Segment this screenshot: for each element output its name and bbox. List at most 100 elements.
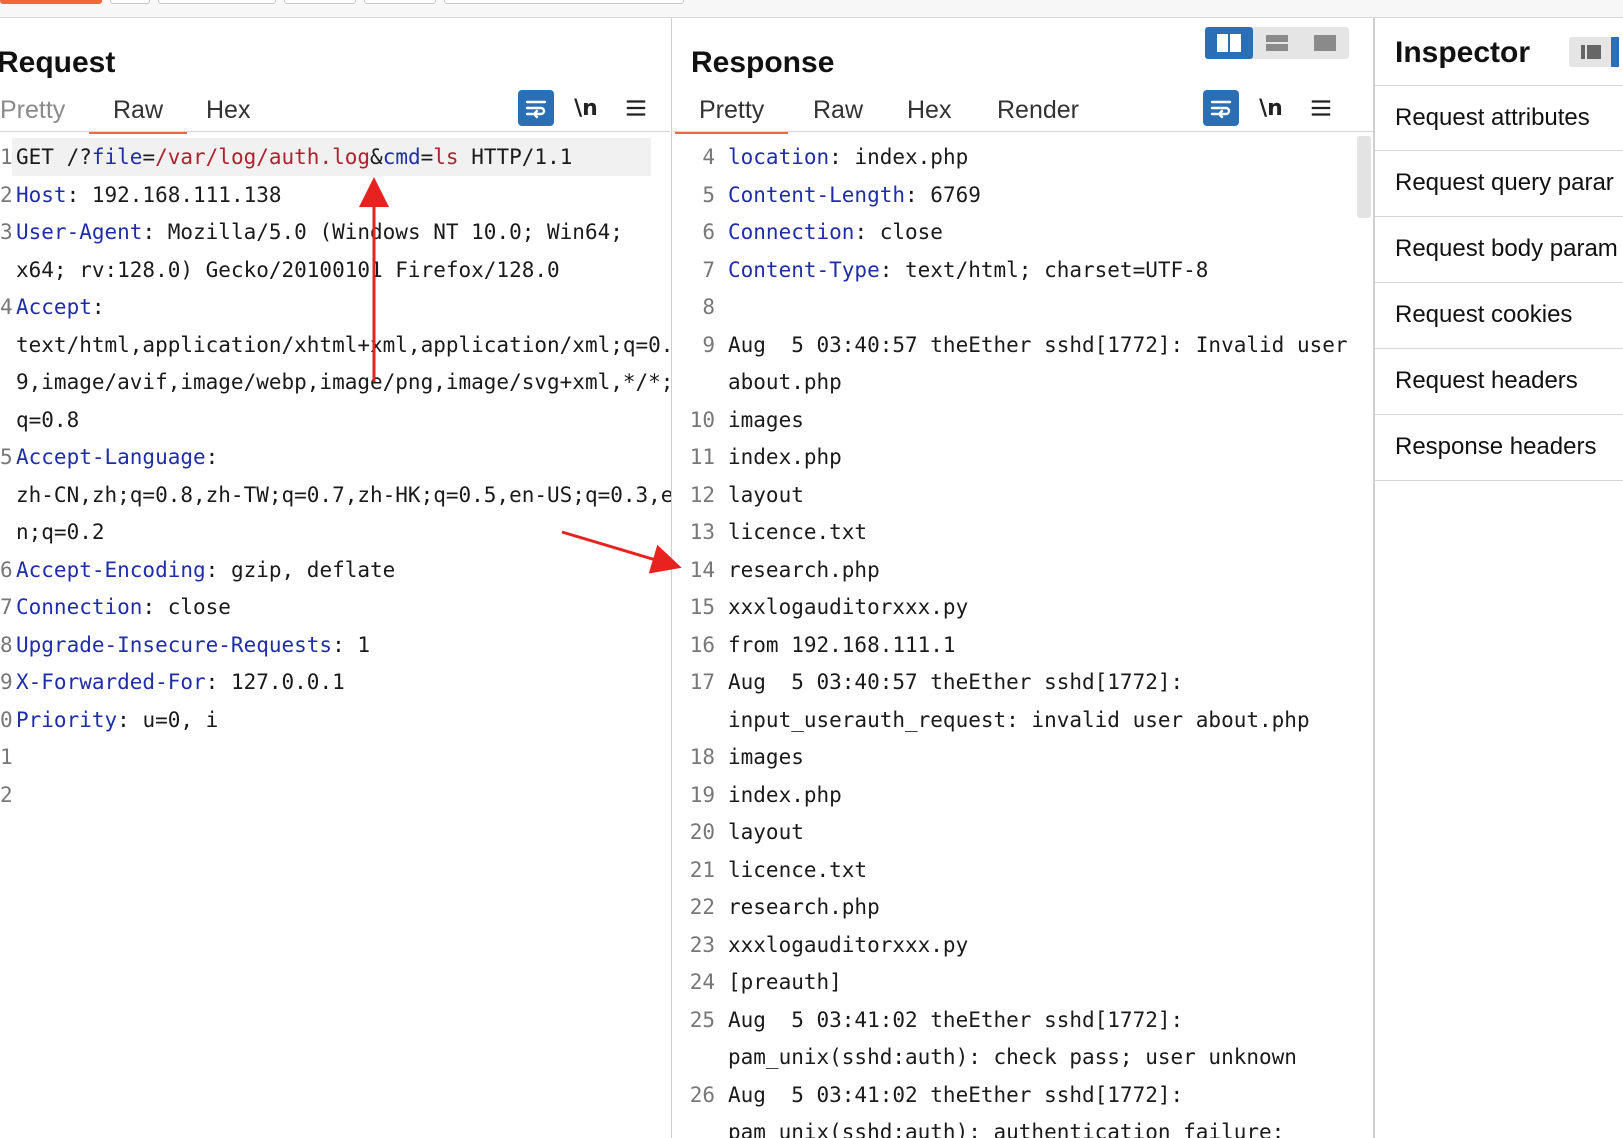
request-panel: Request Pretty Raw Hex \n 1 GET /?file=/v… (0, 18, 672, 1138)
code-line: 6 Connection: close (673, 213, 1373, 251)
line-number: 16 (689, 632, 715, 657)
code-line: 6 Accept-Encoding: gzip, deflate (0, 551, 671, 589)
code-line: pam_unix(sshd:auth): authentication fail… (673, 1113, 1373, 1138)
inspector-item-request-body-params[interactable]: Request body param (1375, 217, 1623, 283)
line-number: 26 (689, 1082, 715, 1107)
code-line: 25 Aug 5 03:41:02 theEther sshd[1772]: (673, 1001, 1373, 1039)
line-text: q=0.8 (16, 407, 80, 432)
code-line: 11 index.php (673, 438, 1373, 476)
code-line: 2 Host: 192.168.111.138 (0, 176, 671, 214)
line-number: 7 (702, 257, 715, 282)
inspector-collapse-handle[interactable] (1611, 37, 1619, 67)
menu-icon[interactable] (618, 90, 654, 126)
single-pane-icon[interactable] (1301, 27, 1349, 59)
inspector-item-request-cookies[interactable]: Request cookies (1375, 283, 1623, 349)
code-line: 21 licence.txt (673, 851, 1373, 889)
line-number: 14 (689, 557, 715, 582)
line-text: licence.txt (728, 520, 868, 544)
newline-icon[interactable]: \n (568, 90, 604, 126)
code-line: 9,image/avif,image/webp,image/png,image/… (0, 363, 671, 401)
line-number: 18 (689, 745, 715, 769)
line-text: GET /?file=/var/log/auth.log&cmd=ls HTTP… (16, 145, 573, 169)
code-line: 2 (0, 776, 671, 814)
code-line: input_userauth_request: invalid user abo… (673, 701, 1373, 739)
line-number: 3 (0, 220, 13, 244)
line-text: 9,image/avif,image/webp,image/png,image/… (16, 370, 671, 394)
response-tab-render[interactable]: Render (997, 92, 1079, 132)
wrap-lines-icon[interactable] (518, 90, 554, 126)
response-scrollbar[interactable] (1357, 136, 1371, 218)
response-tab-pretty[interactable]: Pretty (674, 92, 789, 134)
line-number: 1 (0, 745, 13, 769)
code-line: pam_unix(sshd:auth): check pass; user un… (673, 1038, 1373, 1076)
request-tab-raw[interactable]: Raw (88, 92, 188, 134)
code-line: 26 Aug 5 03:41:02 theEther sshd[1772]: (673, 1076, 1373, 1114)
line-text: xxxlogauditorxxx.py (728, 595, 969, 619)
code-line: 5 Accept-Language: (0, 438, 671, 476)
line-text: Content-Length: 6769 (728, 182, 981, 207)
line-number: 15 (689, 595, 715, 619)
toolbar-button[interactable] (110, 0, 150, 4)
line-text: Aug 5 03:41:02 theEther sshd[1772]: (728, 1007, 1184, 1032)
line-text: Accept-Language: (16, 445, 219, 469)
line-text: Host: 192.168.111.138 (16, 182, 282, 207)
line-text: User-Agent: Mozilla/5.0 (Windows NT 10.0… (16, 220, 623, 244)
code-line: 3 User-Agent: Mozilla/5.0 (Windows NT 10.… (0, 213, 671, 251)
line-number: 2 (0, 182, 13, 207)
split-vertical-icon[interactable] (1205, 27, 1253, 59)
inspector-item-response-headers[interactable]: Response headers (1375, 415, 1623, 481)
inspector-layout-icon[interactable] (1569, 37, 1619, 67)
response-tab-hex[interactable]: Hex (907, 92, 951, 132)
inspector-item-request-headers[interactable]: Request headers (1375, 349, 1623, 415)
line-text: from 192.168.111.1 (728, 632, 956, 657)
newline-icon[interactable]: \n (1253, 90, 1289, 126)
toolbar-field[interactable] (444, 0, 684, 4)
line-text: text/html,application/xhtml+xml,applicat… (16, 332, 671, 357)
response-tab-raw[interactable]: Raw (813, 92, 863, 132)
request-tab-pretty[interactable]: Pretty (0, 92, 65, 132)
code-line: x64; rv:128.0) Gecko/20100101 Firefox/12… (0, 251, 671, 289)
line-text: layout (728, 820, 804, 844)
menu-icon[interactable] (1303, 90, 1339, 126)
line-number: 11 (689, 445, 715, 469)
line-number: 5 (702, 182, 715, 207)
line-number: 13 (689, 520, 715, 544)
line-text: Upgrade-Insecure-Requests: 1 (16, 632, 371, 657)
code-line: text/html,application/xhtml+xml,applicat… (0, 326, 671, 364)
request-tab-hex[interactable]: Hex (206, 92, 250, 132)
line-number: 19 (689, 782, 715, 807)
inspector-item-request-query-params[interactable]: Request query parar (1375, 151, 1623, 217)
code-line: 7 Connection: close (0, 588, 671, 626)
code-line: 10 images (673, 401, 1373, 439)
wrap-lines-icon[interactable] (1203, 90, 1239, 126)
code-line: 15 xxxlogauditorxxx.py (673, 588, 1373, 626)
line-number: 8 (0, 632, 13, 657)
active-tool-tab-indicator[interactable] (0, 0, 102, 4)
response-editor[interactable]: 4 location: index.php 5 Content-Length: 676… (673, 136, 1373, 1138)
line-text: Priority: u=0, i (16, 707, 219, 732)
split-horizontal-icon[interactable] (1253, 27, 1301, 59)
line-number: 6 (0, 557, 13, 582)
inspector-title: Inspector (1395, 36, 1531, 69)
inspector-item-request-attributes[interactable]: Request attributes (1375, 85, 1623, 151)
line-text: Aug 5 03:40:57 theEther sshd[1772]: Inva… (728, 332, 1348, 357)
toolbar-button[interactable] (158, 0, 276, 4)
code-line: 5 Content-Length: 6769 (673, 176, 1373, 214)
code-line: 13 licence.txt (673, 513, 1373, 551)
line-text: Connection: close (16, 595, 231, 619)
toolbar-button[interactable] (284, 0, 356, 4)
tab-divider (0, 131, 670, 132)
code-line: about.php (673, 363, 1373, 401)
line-text: Accept: (16, 295, 105, 319)
line-text: layout (728, 482, 804, 507)
code-line: 9 X-Forwarded-For: 127.0.0.1 (0, 663, 671, 701)
code-line: 22 research.php (673, 888, 1373, 926)
line-text: pam_unix(sshd:auth): check pass; user un… (728, 1045, 1297, 1069)
layout-toggle-group (1205, 27, 1349, 59)
code-line: 19 index.php (673, 776, 1373, 814)
toolbar-button[interactable] (364, 0, 436, 4)
request-editor[interactable]: 1 GET /?file=/var/log/auth.log&cmd=ls HTT… (0, 136, 671, 1138)
line-number: 20 (689, 820, 715, 844)
line-number: 2 (0, 782, 13, 807)
line-text: images (728, 407, 804, 432)
